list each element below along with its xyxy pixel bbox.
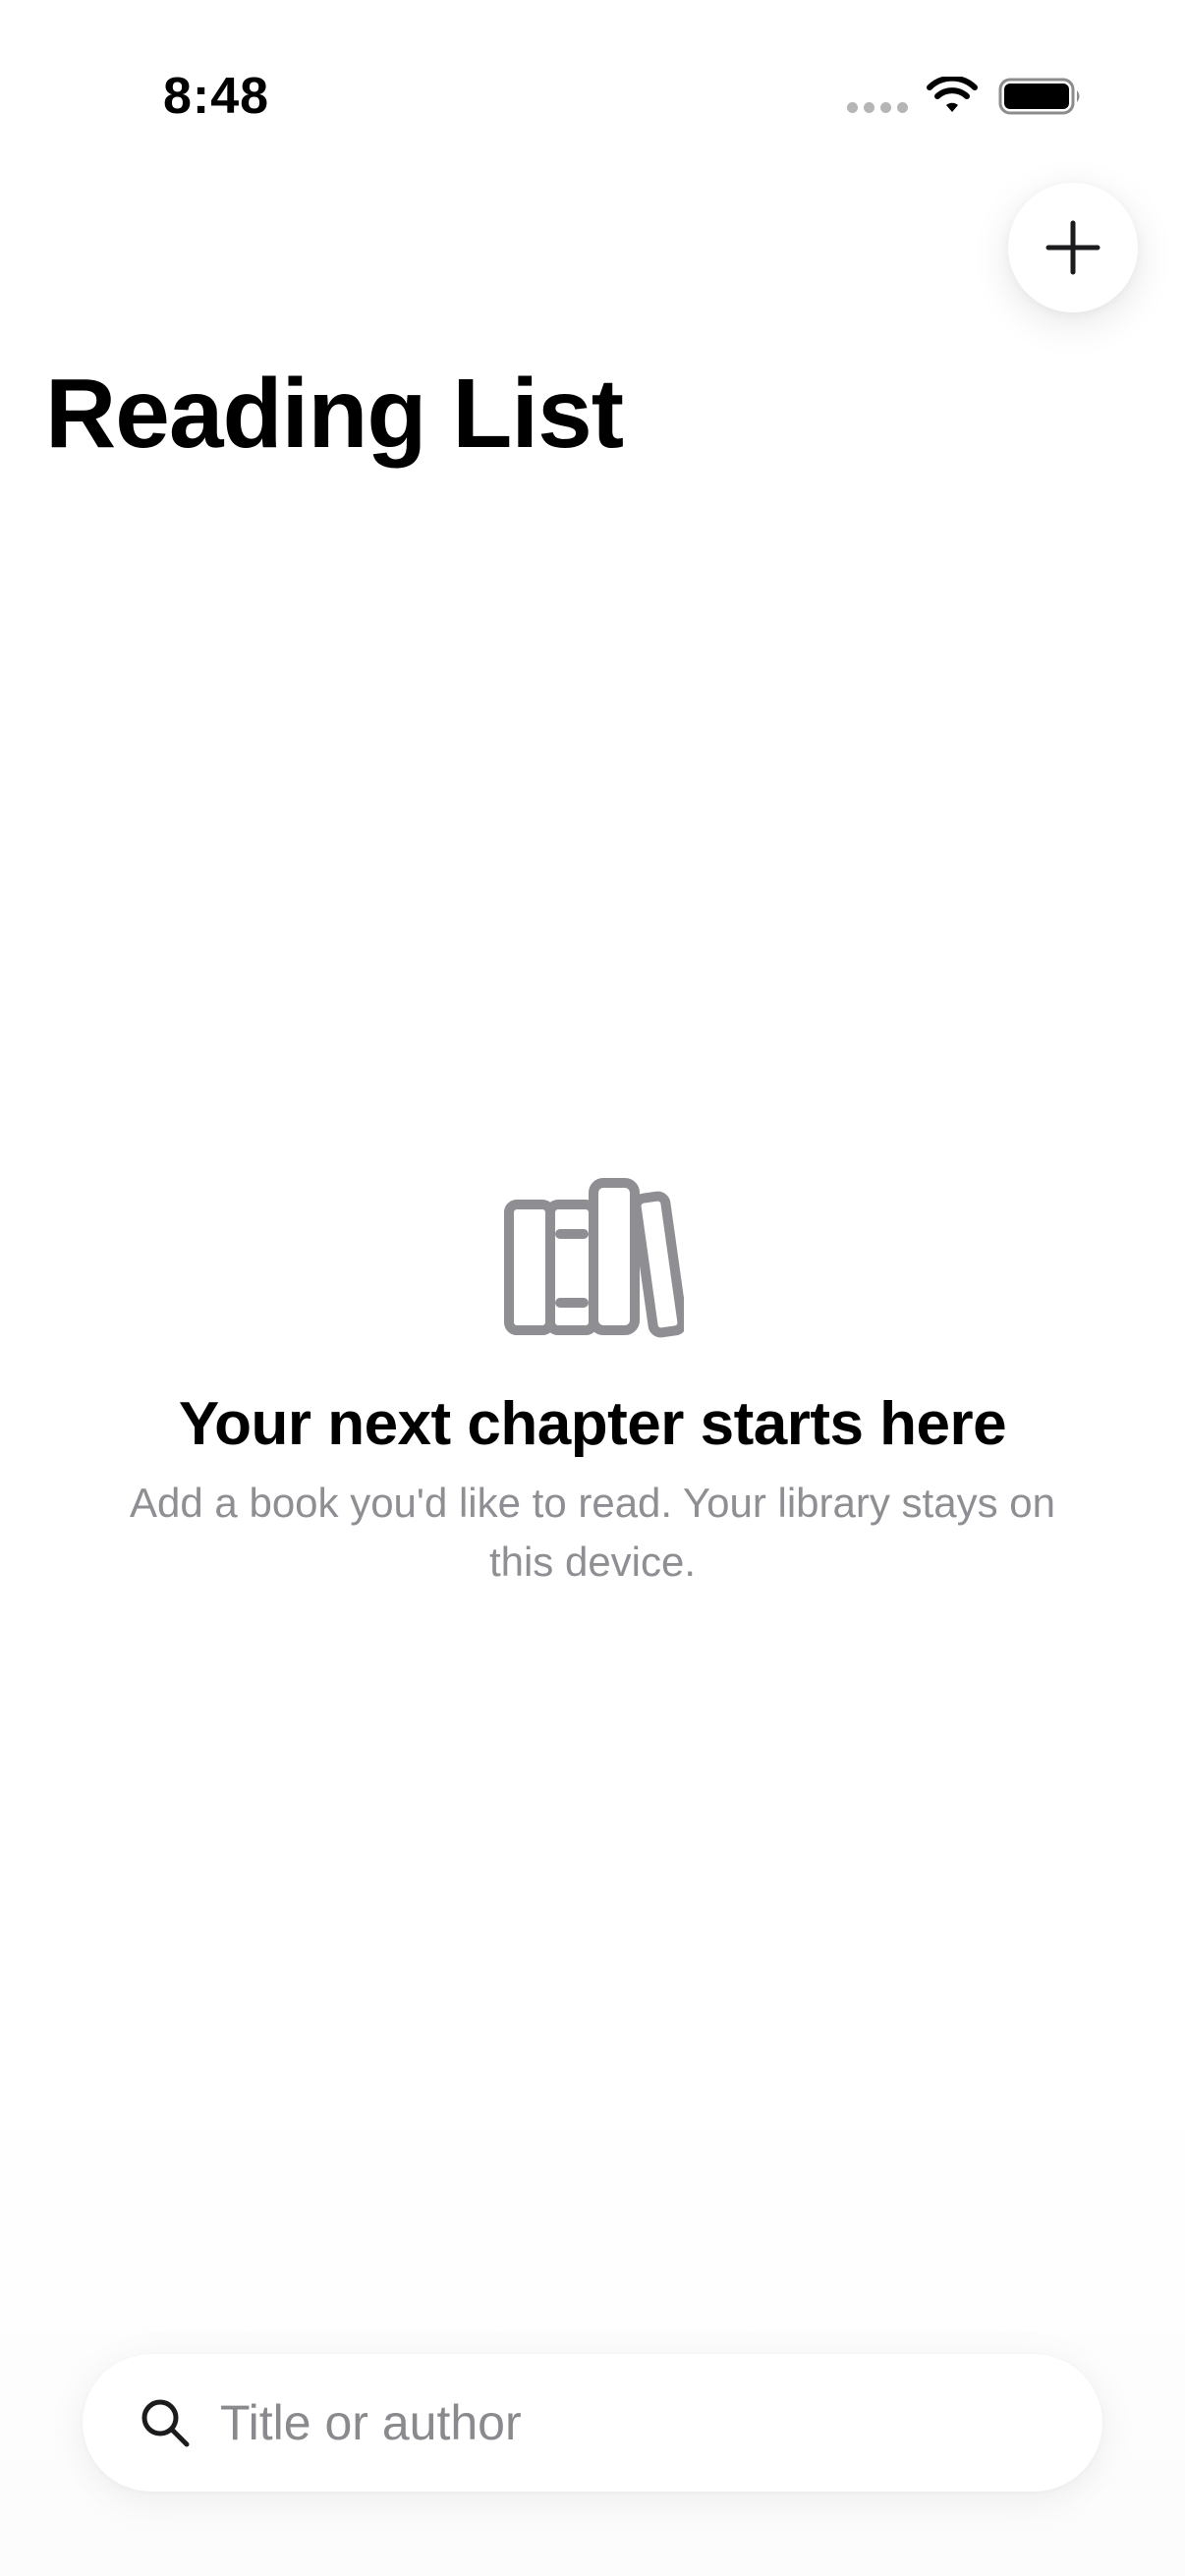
page-title: Reading List bbox=[45, 359, 624, 469]
empty-state-heading: Your next chapter starts here bbox=[178, 1390, 1007, 1458]
add-book-button[interactable] bbox=[1008, 183, 1138, 312]
books-icon bbox=[504, 1178, 684, 1338]
search-input[interactable] bbox=[220, 2383, 1065, 2462]
search-bar[interactable] bbox=[83, 2354, 1102, 2492]
plus-icon bbox=[1045, 220, 1100, 275]
search-icon bbox=[141, 2399, 190, 2447]
reading-list-screen: 8:48 Reading List Your next chapter star… bbox=[0, 0, 1185, 2576]
status-time: 8:48 bbox=[163, 68, 270, 125]
wifi-icon bbox=[927, 77, 978, 112]
empty-state-body: Add a book you'd like to read. Your libr… bbox=[130, 1480, 1055, 1585]
signal-dots-icon bbox=[847, 102, 908, 113]
battery-icon bbox=[998, 78, 1080, 115]
